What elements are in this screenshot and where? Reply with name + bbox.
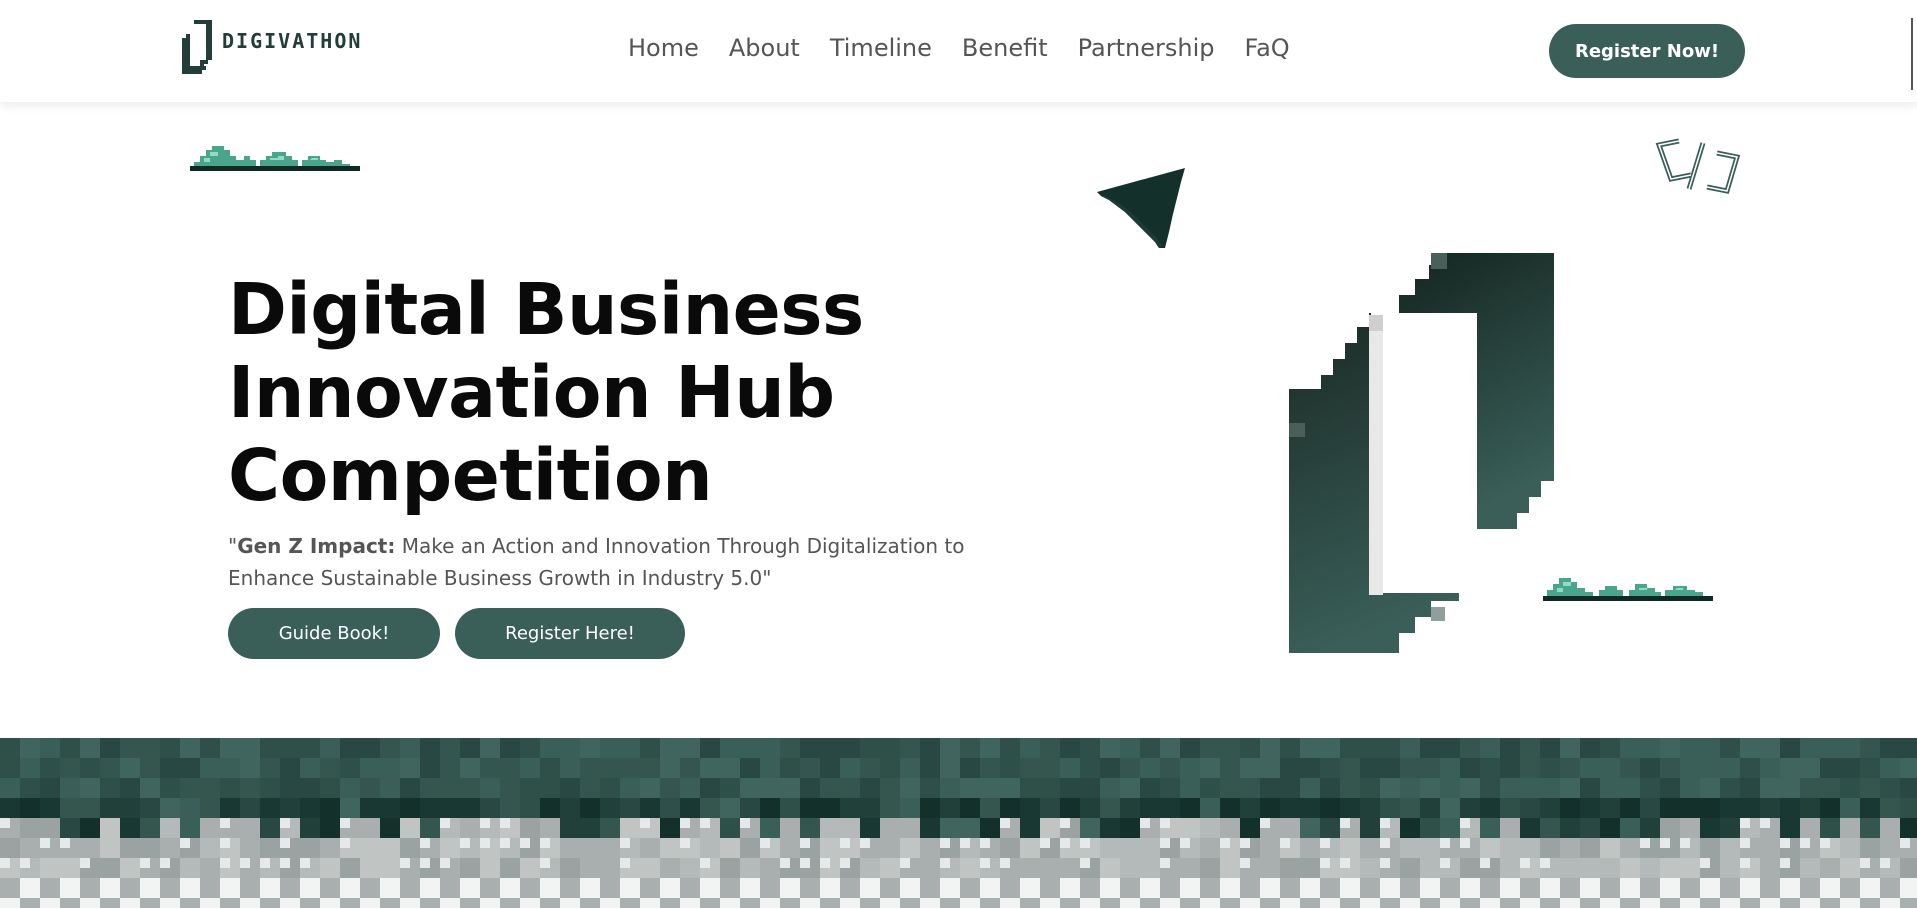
hero-logo-mark xyxy=(1289,253,1554,653)
nav-benefit[interactable]: Benefit xyxy=(962,34,1048,62)
register-now-button[interactable]: Register Now! xyxy=(1549,24,1745,78)
scrollbar[interactable] xyxy=(1911,18,1913,90)
subtitle-quote: " xyxy=(228,534,238,558)
logo[interactable]: DIGIVATHON xyxy=(180,20,362,74)
pixel-terrain xyxy=(0,738,1917,908)
logo-text: DIGIVATHON xyxy=(222,29,363,53)
hero-title: Digital Business Innovation Hub Competit… xyxy=(228,268,988,517)
navbar: DIGIVATHON Home About Timeline Benefit P… xyxy=(0,0,1917,102)
logo-mark-icon xyxy=(182,20,212,74)
guide-book-button[interactable]: Guide Book! xyxy=(228,608,440,659)
hero-subtitle: "Gen Z Impact: Make an Action and Innova… xyxy=(228,530,988,594)
nav-about[interactable]: About xyxy=(729,34,800,62)
paper-plane-icon xyxy=(1097,168,1185,248)
nav-partnership[interactable]: Partnership xyxy=(1078,34,1215,62)
bush-icon xyxy=(190,146,360,171)
hero-title-line: Competition xyxy=(228,434,713,517)
hero-title-line: Innovation Hub xyxy=(228,351,835,434)
main-nav: Home About Timeline Benefit Partnership … xyxy=(628,34,1290,62)
hero-title-line: Digital Business xyxy=(228,268,864,351)
nav-home[interactable]: Home xyxy=(628,34,699,62)
subtitle-highlight: Gen Z Impact: xyxy=(237,534,396,558)
nav-faq[interactable]: FaQ xyxy=(1244,34,1289,62)
bush-icon xyxy=(1543,578,1713,601)
page: DIGIVATHON Home About Timeline Benefit P… xyxy=(0,0,1917,908)
nav-timeline[interactable]: Timeline xyxy=(830,34,932,62)
code-brackets-icon xyxy=(1655,138,1741,194)
register-here-button[interactable]: Register Here! xyxy=(455,608,685,659)
